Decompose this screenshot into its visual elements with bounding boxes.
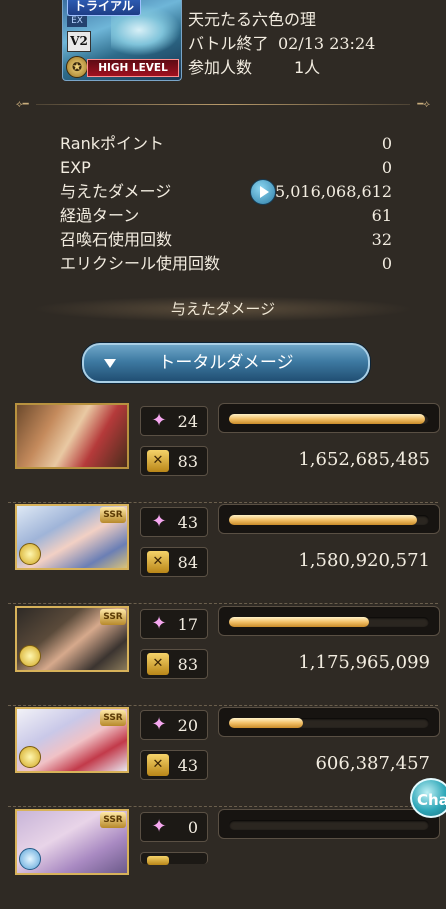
skull-icon: ✕	[147, 653, 169, 675]
header-divider: ⟡━ ━⟡	[16, 99, 430, 110]
battle-end-time: 02/13 23:24	[278, 34, 376, 53]
attack-count-box: ✕ 83	[140, 649, 208, 679]
damage-value: 1,175,965,099	[298, 652, 430, 673]
character-portrait[interactable]: SSR	[15, 809, 129, 875]
section-title: 与えたダメージ	[0, 294, 446, 324]
ssr-badge: SSR	[100, 507, 126, 523]
attack-count-box: ✕ 43	[140, 750, 208, 780]
total-damage-button[interactable]: トータルダメージ	[82, 343, 370, 383]
character-portrait[interactable]	[15, 403, 129, 469]
ssr-badge: SSR	[100, 609, 126, 625]
total-damage-label: トータルダメージ	[158, 353, 294, 373]
damage-bar	[218, 504, 440, 534]
ability-count: 43	[177, 513, 198, 532]
ability-count-box: ✦ 17	[140, 609, 208, 639]
sparkle-icon: ✦	[151, 511, 167, 532]
skull-icon	[147, 856, 169, 865]
damage-bar-fill	[229, 414, 425, 424]
player-row: SSR ✦ 20 ✕ 43 606,387,457	[0, 707, 446, 807]
ability-count: 20	[177, 716, 198, 735]
row-divider	[8, 806, 438, 807]
damage-bar-fill	[229, 718, 303, 728]
player-row: SSR ✦ 43 ✕ 84 1,580,920,571	[0, 504, 446, 604]
attack-count: 83	[177, 655, 198, 674]
high-level-badge: HIGH LEVEL	[87, 59, 179, 77]
ex-badge: EX	[67, 16, 87, 27]
ability-count: 17	[177, 615, 198, 634]
damage-bar	[218, 809, 440, 839]
damage-bar-fill	[229, 515, 417, 525]
water-element-icon	[19, 848, 41, 870]
character-portrait[interactable]: SSR	[15, 707, 129, 773]
stat-rank-points: Rankポイント 0	[60, 134, 392, 153]
attack-count-box	[140, 852, 208, 865]
battle-info: 天元たる六色の理 バトル終了 02/13 23:24 参加人数 1人	[188, 8, 375, 80]
battle-stats: Rankポイント 0 EXP 0 与えたダメージ 5,016,068,612 経…	[60, 132, 392, 276]
v2-badge: V2	[67, 31, 91, 52]
trial-badge: トライアル	[67, 0, 141, 16]
ssr-badge: SSR	[100, 710, 126, 726]
participants-label: 参加人数	[188, 58, 253, 77]
sparkle-icon: ✦	[151, 410, 167, 431]
skull-icon: ✕	[147, 551, 169, 573]
character-portrait[interactable]: SSR	[15, 606, 129, 672]
character-portrait[interactable]: SSR	[15, 504, 129, 570]
ability-count-box: ✦ 43	[140, 507, 208, 537]
player-row: ✦ 24 ✕ 83 1,652,685,485	[0, 403, 446, 503]
skull-icon: ✕	[147, 754, 169, 776]
attack-count-box: ✕ 83	[140, 446, 208, 476]
ssr-badge: SSR	[100, 812, 126, 828]
row-divider	[8, 705, 438, 706]
chat-button[interactable]: Cha	[410, 778, 446, 818]
stat-exp: EXP 0	[60, 158, 392, 177]
character-art	[17, 405, 127, 467]
damage-bar	[218, 707, 440, 737]
damage-value: 1,652,685,485	[298, 449, 430, 470]
attack-count: 43	[177, 756, 198, 775]
attack-count-box: ✕ 84	[140, 547, 208, 577]
ability-count: 0	[187, 818, 198, 837]
damage-value: 1,580,920,571	[298, 550, 430, 571]
light-element-icon	[19, 645, 41, 667]
sparkle-icon: ✦	[151, 613, 167, 634]
light-element-icon	[19, 543, 41, 565]
battle-end-row: バトル終了 02/13 23:24	[188, 32, 375, 56]
quest-banner: トライアル EX V2 ✪ HIGH LEVEL	[62, 0, 182, 81]
ability-count-box: ✦ 20	[140, 710, 208, 740]
damage-value: 606,387,457	[315, 753, 430, 774]
level-icon: ✪	[66, 56, 88, 78]
sparkle-icon: ✦	[151, 714, 167, 735]
row-divider	[8, 502, 438, 503]
damage-bar-fill	[229, 617, 369, 627]
damage-bar	[218, 606, 440, 636]
participants-value: 1人	[294, 58, 321, 77]
participants-row: 参加人数 1人	[188, 56, 375, 80]
player-row: SSR ✦ 0	[0, 809, 446, 909]
skull-icon: ✕	[147, 450, 169, 472]
battle-end-label: バトル終了	[188, 34, 269, 53]
attack-count: 83	[177, 452, 198, 471]
ability-count-box: ✦ 0	[140, 812, 208, 842]
light-element-icon	[19, 746, 41, 768]
quest-title: 天元たる六色の理	[188, 10, 317, 29]
row-divider	[8, 603, 438, 604]
play-icon[interactable]	[250, 179, 276, 205]
stat-turns: 経過ターン 61	[60, 206, 392, 225]
stat-elixirs: エリクシール使用回数 0	[60, 254, 392, 273]
stat-damage: 与えたダメージ 5,016,068,612	[60, 179, 392, 205]
result-header: トライアル EX V2 ✪ HIGH LEVEL 天元たる六色の理 バトル終了 0…	[0, 0, 446, 92]
attack-count: 84	[177, 553, 198, 572]
damage-bar	[218, 403, 440, 433]
ability-count-box: ✦ 24	[140, 406, 208, 436]
dropdown-triangle-icon	[104, 359, 116, 368]
sparkle-icon: ✦	[151, 816, 167, 837]
stat-summons: 召喚石使用回数 32	[60, 230, 392, 249]
player-row: SSR ✦ 17 ✕ 83 1,175,965,099	[0, 606, 446, 706]
ability-count: 24	[177, 412, 198, 431]
